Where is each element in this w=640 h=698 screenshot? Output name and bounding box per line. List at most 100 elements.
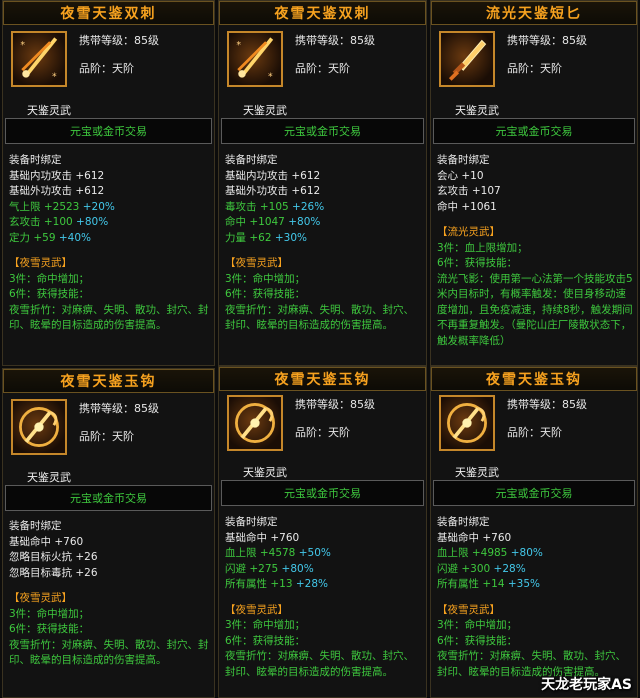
item-rank: 品阶：天阶: [507, 62, 562, 75]
stat-row: 忽略目标毒抗 +26: [9, 566, 210, 582]
stat-value: +612: [291, 185, 321, 197]
stat-value: +26: [75, 566, 98, 579]
stat-label: 命中: [437, 200, 458, 213]
stat-label: 基础内功攻击: [9, 169, 72, 182]
stat-label: 忽略目标毒抗: [9, 566, 72, 579]
stat-value: +105: [259, 200, 289, 213]
set-name: 【夜雪灵武】: [437, 603, 500, 616]
stat-row: 会心 +10: [437, 169, 633, 185]
item-rank: 品阶：天阶: [79, 430, 134, 443]
bind-status: 装备时绑定: [437, 154, 490, 166]
stat-value: +1047: [249, 216, 285, 228]
item-stats: 装备时绑定 基础命中 +760 血上限 +4578 +50% 闪避 +275 +…: [225, 515, 422, 680]
set-bonus-line: 3件：血上限增加；: [437, 241, 528, 254]
stat-row: 命中 +1047 +80%: [225, 215, 422, 231]
set-bonus-line: 6件：获得技能：: [9, 623, 90, 635]
stat-value: +13: [270, 578, 293, 590]
bind-status: 装备时绑定: [9, 154, 62, 166]
set-skill-desc: 夜雪折竹：对麻痹、失明、散功、封穴、封印、眩晕的目标造成的伤害提高。: [9, 638, 209, 667]
svg-text:*: *: [52, 71, 57, 82]
jade-hook-icon[interactable]: [11, 399, 67, 455]
stat-value: +14: [482, 578, 505, 590]
set-bonus-line: 6件：获得技能：: [225, 288, 306, 300]
stat-label: 所有属性: [437, 578, 479, 590]
stat-row: 力量 +62 +30%: [225, 231, 422, 247]
item-class: 天鉴灵武: [27, 104, 71, 117]
carry-level: 携带等级：85级: [79, 402, 159, 415]
stat-value: +107: [471, 185, 501, 197]
stat-label: 血上限: [225, 547, 257, 559]
stat-row: 闪避 +300 +28%: [437, 562, 633, 578]
jade-hook-icon[interactable]: [439, 395, 495, 451]
stat-bonus: +80%: [76, 216, 109, 228]
stat-row: 基础命中 +760: [225, 531, 422, 547]
stat-value: +612: [75, 169, 105, 182]
stat-label: 基础外功攻击: [9, 185, 72, 197]
stat-value: +10: [461, 169, 484, 182]
short-dagger-icon[interactable]: [439, 31, 495, 87]
stat-value: +760: [270, 531, 300, 544]
set-bonus-line: 3件：命中增加；: [225, 272, 306, 285]
dual-dagger-icon[interactable]: * *: [227, 31, 283, 87]
svg-text:*: *: [268, 71, 273, 82]
item-title: 夜雪天鉴玉钩: [3, 369, 214, 393]
carry-level: 携带等级：85级: [295, 34, 375, 47]
item-stats: 装备时绑定 基础内功攻击 +612 基础外功攻击 +612 气上限 +2523 …: [9, 153, 210, 334]
stat-value: +4985: [471, 547, 508, 559]
item-title: 夜雪天鉴双刺: [219, 1, 426, 25]
stat-row: 闪避 +275 +80%: [225, 562, 422, 578]
stat-row: 基础外功攻击 +612: [9, 184, 210, 200]
stat-label: 基础命中: [9, 535, 51, 548]
svg-text:*: *: [236, 40, 241, 51]
stat-value: +1061: [461, 200, 497, 213]
dual-dagger-icon[interactable]: * *: [11, 31, 67, 87]
trade-type: 元宝或金币交易: [5, 118, 212, 144]
stat-bonus: +80%: [510, 547, 543, 559]
trade-type: 元宝或金币交易: [433, 480, 635, 506]
stat-value: +300: [461, 562, 491, 575]
stat-bonus: +30%: [274, 231, 307, 244]
trade-type: 元宝或金币交易: [433, 118, 635, 144]
stat-row: 血上限 +4578 +50%: [225, 546, 422, 562]
stat-label: 命中: [225, 216, 246, 228]
set-bonus-line: 6件：获得技能：: [437, 634, 518, 647]
stat-value: +760: [482, 531, 512, 544]
stat-row: 所有属性 +13 +28%: [225, 577, 422, 593]
stat-row: 玄攻击 +100 +80%: [9, 215, 210, 231]
jade-hook-icon[interactable]: [227, 395, 283, 451]
stat-label: 闪避: [437, 562, 458, 575]
item-title: 夜雪天鉴玉钩: [219, 367, 426, 391]
stat-value: +275: [249, 562, 279, 575]
stat-row: 基础外功攻击 +612: [225, 184, 422, 200]
stat-value: +4578: [259, 547, 296, 559]
item-rank: 品阶：天阶: [295, 426, 350, 439]
stat-label: 气上限: [9, 200, 41, 213]
stat-row: 血上限 +4985 +80%: [437, 546, 633, 562]
item-rank: 品阶：天阶: [295, 62, 350, 75]
item-stats: 装备时绑定 基础命中 +760 忽略目标火抗 +26 忽略目标毒抗 +26 【夜…: [9, 519, 210, 669]
trade-type: 元宝或金币交易: [221, 480, 424, 506]
stat-label: 毒攻击: [225, 200, 257, 213]
stat-row: 命中 +1061: [437, 200, 633, 216]
set-bonus-line: 3件：命中增加；: [9, 607, 90, 620]
stat-row: 基础命中 +760: [437, 531, 633, 547]
trade-type: 元宝或金币交易: [221, 118, 424, 144]
stat-row: 忽略目标火抗 +26: [9, 550, 210, 566]
stat-row: 毒攻击 +105 +26%: [225, 200, 422, 216]
stat-label: 基础命中: [225, 531, 267, 544]
stat-label: 基础命中: [437, 531, 479, 544]
set-skill-desc: 夜雪折竹：对麻痹、失明、散功、封穴、封印、眩晕的目标造成的伤害提高。: [225, 650, 414, 678]
bind-status: 装备时绑定: [9, 520, 62, 532]
stat-label: 基础外功攻击: [225, 185, 288, 197]
set-skill-desc: 流光飞影：使用第一心法第一个技能攻击5米内目标时，有概率触发：使目身移动速度增加…: [437, 272, 633, 347]
stat-bonus: +80%: [288, 216, 321, 228]
set-skill-desc: 夜雪折竹：对麻痹、失明、散功、封穴、封印、眩晕的目标造成的伤害提高。: [225, 303, 414, 332]
stat-value: +612: [75, 185, 105, 197]
carry-level: 携带等级：85级: [295, 398, 375, 411]
stat-label: 所有属性: [225, 578, 267, 590]
stat-label: 力量: [225, 231, 246, 244]
stat-bonus: +80%: [281, 562, 314, 575]
stat-value: +59: [33, 231, 56, 244]
carry-level: 携带等级：85级: [507, 34, 587, 47]
stat-row: 所有属性 +14 +35%: [437, 577, 633, 593]
